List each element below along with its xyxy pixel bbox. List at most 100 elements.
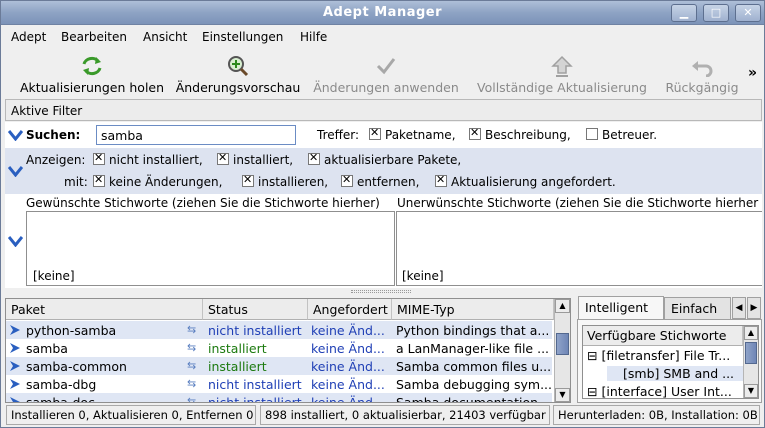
checkbox-box [242, 173, 254, 187]
package-status: installiert [208, 341, 267, 356]
status-package-counts: 898 installiert, 0 aktualisierbar, 21403… [260, 405, 550, 425]
scroll-up-button[interactable]: ▲ [744, 326, 758, 340]
expand-arrow-icon[interactable] [9, 396, 21, 403]
search-input[interactable] [96, 125, 296, 145]
tag-item[interactable]: ⊟ [interface] User Int... [587, 384, 732, 398]
unwanted-tags-dropzone[interactable]: [keine] [396, 211, 762, 286]
upgrade-icon [551, 55, 573, 77]
undo-label: Rückgängig [665, 80, 739, 95]
table-row[interactable]: samba-doc ⇆ nicht installiert keine Änd.… [6, 393, 552, 403]
menu-einstellungen[interactable]: Einstellungen [202, 30, 283, 44]
tags-filter-row: Gewünschte Stichworte (ziehen Sie die St… [5, 194, 762, 288]
collapse-chevron-icon[interactable] [8, 129, 23, 141]
package-requested: keine Änd... [311, 377, 385, 392]
match-package-name-checkbox[interactable]: Paketname, [369, 126, 456, 142]
expand-arrow-icon[interactable] [9, 360, 21, 372]
package-status: nicht installiert [208, 323, 302, 338]
scroll-down-button[interactable]: ▼ [744, 384, 758, 398]
checkbox-label: installiert, [233, 153, 294, 167]
title-bar[interactable]: Adept Manager ▁ □ ✕ [1, 1, 764, 25]
tag-item[interactable]: ⊟ [filetransfer] File Tr... [587, 348, 730, 363]
close-button[interactable]: ✕ [735, 4, 761, 22]
apply-changes-button[interactable]: Änderungen anwenden [312, 49, 460, 99]
checkbox-label: Paketname, [385, 128, 456, 142]
match-maintainer-checkbox[interactable]: Betreuer. [586, 128, 657, 142]
maximize-button[interactable]: □ [703, 4, 729, 22]
tag-item-label: [smb] SMB and ... [623, 366, 735, 381]
collapse-chevron-icon[interactable] [8, 235, 23, 247]
checkbox-box [93, 151, 105, 165]
match-description-checkbox[interactable]: Beschreibung, [469, 126, 571, 142]
table-row[interactable]: samba-dbg ⇆ nicht installiert keine Änd.… [6, 375, 552, 393]
status-download-size: Herunterladen: 0B, Installation: 0B [553, 405, 760, 425]
tag-tree-header[interactable]: Verfügbare Stichworte [583, 326, 743, 346]
undo-icon [692, 61, 713, 77]
preview-icon [228, 56, 249, 77]
expand-arrow-icon[interactable] [9, 342, 21, 354]
package-status-icon: ⇆ [187, 323, 197, 336]
with-no-changes-checkbox[interactable]: keine Änderungen, [93, 173, 223, 189]
package-name: samba-doc [26, 395, 95, 403]
preview-changes-button[interactable]: Änderungsvorschau [174, 49, 302, 99]
show-not-installed-checkbox[interactable]: nicht installiert, [93, 151, 203, 167]
show-upgradable-checkbox[interactable]: aktualisierbare Pakete, [308, 151, 462, 167]
package-requested: keine Änd... [311, 341, 385, 356]
checkbox-label: aktualisierbare Pakete, [324, 153, 462, 167]
checkbox-label: keine Änderungen, [109, 175, 223, 189]
expand-arrow-icon[interactable] [9, 378, 21, 390]
package-status-icon: ⇆ [187, 359, 197, 372]
expand-arrow-icon[interactable] [9, 324, 21, 336]
collapse-icon[interactable]: ⊟ [587, 348, 597, 363]
show-label: Anzeigen: [26, 153, 86, 167]
show-installed-checkbox[interactable]: installiert, [217, 151, 294, 167]
table-row[interactable]: samba ⇆ installiert keine Änd... a LanMa… [6, 339, 552, 357]
menu-bearbeiten[interactable]: Bearbeiten [61, 30, 127, 44]
column-header-mime-type[interactable]: MIME-Typ [392, 299, 554, 320]
checkbox-label: Aktualisierung angefordert. [451, 175, 616, 189]
match-label: Treffer: [317, 128, 360, 142]
refresh-icon [82, 56, 102, 76]
package-description: Samba debugging sym... [396, 377, 551, 392]
full-upgrade-label: Vollständige Aktualisierung [477, 80, 647, 95]
package-status: installiert [208, 359, 267, 374]
tab-scroll-right-button[interactable]: ▶ [747, 297, 761, 319]
collapse-icon[interactable]: ⊟ [587, 384, 597, 398]
minimize-button[interactable]: ▁ [671, 4, 697, 22]
checkbox-label: nicht installiert, [109, 153, 203, 167]
active-filters-header[interactable]: Aktive Filter [5, 99, 762, 121]
tag-tree-scrollbar[interactable]: ▲ ▼ [743, 326, 758, 398]
menu-ansicht[interactable]: Ansicht [143, 30, 187, 44]
menu-hilfe[interactable]: Hilfe [300, 30, 327, 44]
checkbox-label: installieren, [258, 175, 329, 189]
with-upgrade-requested-checkbox[interactable]: Aktualisierung angefordert. [435, 173, 616, 189]
menu-adept[interactable]: Adept [11, 30, 46, 44]
package-list-scrollbar[interactable]: ▲ ▼ [554, 299, 570, 402]
tab-intelligent[interactable]: Intelligent [578, 296, 664, 320]
scroll-down-button[interactable]: ▼ [555, 388, 570, 402]
checkbox-box [308, 151, 320, 165]
wanted-tags-dropzone[interactable]: [keine] [26, 211, 395, 286]
column-header-package[interactable]: Paket [6, 299, 203, 320]
undo-button[interactable]: Rückgängig [663, 49, 741, 99]
column-header-requested[interactable]: Angefordert [308, 299, 392, 320]
full-upgrade-button[interactable]: Vollständige Aktualisierung [475, 49, 649, 99]
fetch-updates-label: Aktualisierungen holen [19, 80, 165, 95]
column-header-status[interactable]: Status [203, 299, 308, 320]
with-remove-checkbox[interactable]: entfernen, [341, 173, 419, 189]
scroll-up-button[interactable]: ▲ [555, 299, 570, 313]
tab-scroll-left-button[interactable]: ◀ [732, 297, 746, 319]
fetch-updates-button[interactable]: Aktualisierungen holen [19, 49, 165, 99]
scroll-thumb[interactable] [745, 342, 757, 364]
toolbar-overflow-button[interactable]: » [748, 65, 757, 81]
checkbox-box [217, 151, 229, 165]
package-requested: keine Änd... [311, 359, 385, 374]
tab-simple[interactable]: Einfach [664, 297, 731, 319]
collapse-chevron-icon[interactable] [8, 165, 23, 177]
scroll-thumb[interactable] [556, 333, 569, 355]
tag-item[interactable]: [smb] SMB and ... [607, 366, 743, 381]
with-install-checkbox[interactable]: installieren, [242, 173, 329, 189]
unwanted-tags-value: [keine] [402, 269, 444, 283]
pane-splitter-handle[interactable] [351, 290, 411, 293]
table-row[interactable]: samba-common ⇆ installiert keine Änd... … [6, 357, 552, 375]
table-row[interactable]: python-samba ⇆ nicht installiert keine Ä… [6, 321, 552, 339]
